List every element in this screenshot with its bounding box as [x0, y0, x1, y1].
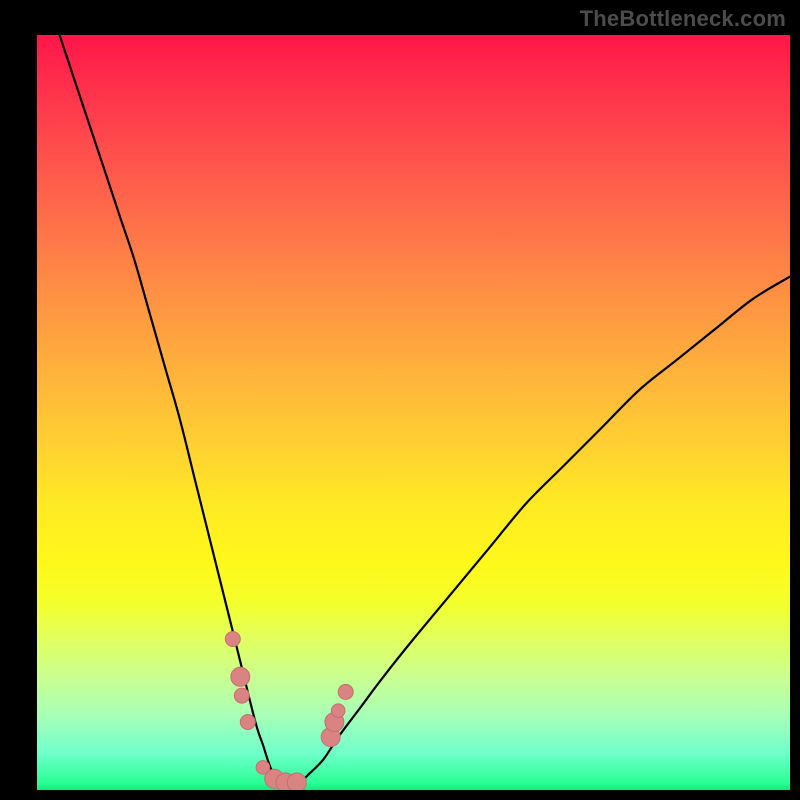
marker-group [225, 632, 353, 791]
data-marker [240, 715, 255, 730]
data-marker [225, 632, 240, 647]
curve-layer [37, 35, 790, 790]
bottleneck-curve [60, 35, 790, 787]
chart-frame: TheBottleneck.com [0, 0, 800, 800]
data-marker [231, 667, 250, 686]
data-marker [331, 704, 345, 718]
data-marker [287, 773, 306, 790]
watermark-text: TheBottleneck.com [580, 6, 786, 32]
data-marker [234, 688, 249, 703]
data-marker [338, 684, 353, 699]
